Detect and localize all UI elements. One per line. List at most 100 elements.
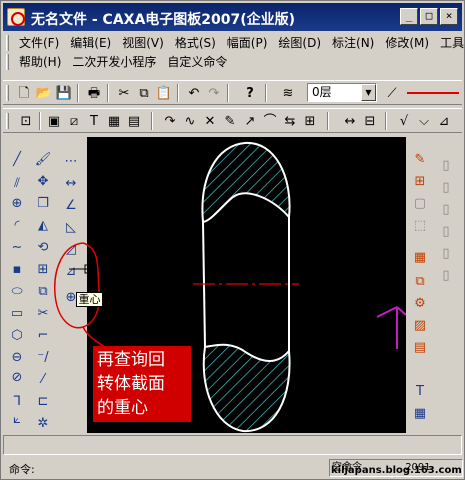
rotate-icon[interactable]: ⟲: [33, 237, 53, 257]
snap-icon[interactable]: ⊡: [17, 112, 35, 130]
centerline-icon[interactable]: ⊖: [7, 347, 27, 367]
mirror-tool-icon[interactable]: ◭: [33, 215, 53, 235]
new-file-icon[interactable]: 🗋: [15, 84, 33, 102]
paste-icon[interactable]: 📋: [155, 84, 173, 102]
menu-dev-programs[interactable]: 二次开发小程序: [72, 53, 156, 71]
image-icon[interactable]: ▤: [125, 112, 143, 130]
menu-custom-commands[interactable]: 自定义命令: [167, 53, 227, 71]
extend-icon[interactable]: ⌐: [33, 325, 53, 345]
copy-icon[interactable]: ⧉: [135, 84, 153, 102]
right-tool-2-icon[interactable]: ▯: [436, 177, 456, 197]
line-type-icon[interactable]: ⟋: [383, 84, 401, 102]
title-block-icon[interactable]: ⧄: [65, 112, 83, 130]
undo-icon[interactable]: ↶: [185, 84, 203, 102]
fillet-icon[interactable]: ⌒: [261, 112, 279, 130]
open-folder-icon[interactable]: 📂: [35, 84, 53, 102]
chevron-down-icon[interactable]: ▼: [361, 84, 376, 101]
copy-select-icon[interactable]: ❐: [33, 193, 53, 213]
redo-icon[interactable]: ↷: [205, 84, 223, 102]
save-icon[interactable]: 💾: [55, 84, 73, 102]
line-color-swatch[interactable]: [407, 92, 459, 94]
text-icon[interactable]: T: [85, 112, 103, 130]
explode-icon[interactable]: ✲: [33, 413, 53, 433]
arrow-icon[interactable]: ↗: [241, 112, 259, 130]
print-icon[interactable]: 🖶: [85, 84, 103, 102]
minimize-button[interactable]: _: [400, 8, 418, 25]
hatch-icon[interactable]: ⊘: [7, 367, 27, 387]
cut-icon[interactable]: ✂: [115, 84, 133, 102]
disabled-tool-icon-2[interactable]: ⬚: [410, 215, 430, 235]
ellipse-icon[interactable]: ⬭: [7, 281, 27, 301]
disabled-tool-icon[interactable]: ▢: [410, 193, 430, 213]
menu-format[interactable]: 格式(S): [175, 34, 216, 52]
query-point-icon[interactable]: ⋯: [61, 151, 81, 171]
point-icon[interactable]: ▪: [7, 259, 27, 279]
fill-icon[interactable]: ᒣ: [7, 391, 27, 411]
menu-grip[interactable]: [6, 35, 9, 51]
rectangle-icon[interactable]: ▭: [7, 303, 27, 323]
dimension-icon[interactable]: ↔: [341, 112, 359, 130]
menu-draw[interactable]: 绘图(D): [278, 34, 321, 52]
menu-dimension[interactable]: 标注(N): [332, 34, 374, 52]
frame-icon[interactable]: ▣: [45, 112, 63, 130]
menu-file[interactable]: 文件(F): [19, 34, 59, 52]
command-input[interactable]: [3, 435, 462, 455]
query-element-icon[interactable]: ◺: [61, 217, 81, 237]
query-distance-icon[interactable]: ↔: [61, 173, 81, 193]
trim-icon[interactable]: ✕: [201, 112, 219, 130]
line-tool-icon[interactable]: ╱: [7, 149, 27, 169]
array-tool-icon[interactable]: ⊞: [33, 259, 53, 279]
stretch-icon[interactable]: ⁄: [33, 369, 53, 389]
parallel-line-icon[interactable]: ⫽: [7, 173, 27, 193]
tolerance-icon[interactable]: ⊟: [361, 112, 379, 130]
menu-grip-2[interactable]: [6, 54, 9, 70]
curve-icon[interactable]: ∿: [181, 112, 199, 130]
chamfer-icon[interactable]: ⊏: [33, 391, 53, 411]
maximize-button[interactable]: □: [420, 8, 438, 25]
table-tool-icon[interactable]: ▦: [410, 403, 430, 423]
roughness-icon[interactable]: √: [395, 112, 413, 130]
spline-icon[interactable]: ∼: [7, 237, 27, 257]
layer-select[interactable]: 0层 ▼: [307, 83, 377, 102]
right-tool-1-icon[interactable]: ▯: [436, 155, 456, 175]
block-insert-icon[interactable]: ▦: [410, 247, 430, 267]
brush-icon[interactable]: 🖌: [33, 149, 53, 169]
query-angle-icon[interactable]: ∠: [61, 195, 81, 215]
menu-view[interactable]: 视图(V): [122, 34, 164, 52]
scale-icon[interactable]: ⧉: [33, 281, 53, 301]
part-library-icon[interactable]: ⚙: [410, 293, 430, 313]
image-insert-icon[interactable]: ▨: [410, 315, 430, 335]
block-icon[interactable]: ▦: [105, 112, 123, 130]
menu-tools[interactable]: 工具(T): [440, 34, 465, 52]
right-tool-4-icon[interactable]: ▯: [436, 221, 456, 241]
layer-manager-icon[interactable]: ≋: [279, 84, 297, 102]
separator: [77, 84, 79, 102]
datum-icon[interactable]: ⊿: [435, 112, 453, 130]
trim-tool-icon[interactable]: ✂: [33, 303, 53, 323]
circle-tool-icon[interactable]: ⊕: [7, 193, 27, 213]
text-tool-icon[interactable]: T: [410, 381, 430, 401]
menu-sheet[interactable]: 幅面(P): [227, 34, 268, 52]
ole-icon[interactable]: ▤: [410, 337, 430, 357]
help-icon[interactable]: ?: [241, 84, 259, 102]
menu-modify[interactable]: 修改(M): [385, 34, 429, 52]
array-icon[interactable]: ⊞: [301, 112, 319, 130]
close-button[interactable]: ×: [440, 8, 458, 25]
weld-icon[interactable]: ⌵: [415, 112, 433, 130]
right-tool-6-icon[interactable]: ▯: [436, 265, 456, 285]
arc-icon[interactable]: ◜: [7, 215, 27, 235]
block-edit-icon[interactable]: ⧉: [410, 271, 430, 291]
polygon-icon[interactable]: ⬡: [7, 325, 27, 345]
right-tool-5-icon[interactable]: ▯: [436, 243, 456, 263]
properties-icon[interactable]: ⊞: [410, 171, 430, 191]
arrow-tool-icon[interactable]: ⟀: [7, 409, 27, 429]
arc-tool-icon[interactable]: ↷: [161, 112, 179, 130]
menu-edit[interactable]: 编辑(E): [70, 34, 111, 52]
right-tool-3-icon[interactable]: ▯: [436, 199, 456, 219]
pencil-icon[interactable]: ✎: [221, 112, 239, 130]
menu-help[interactable]: 帮助(H): [19, 53, 61, 71]
break-icon[interactable]: ⁻/: [33, 347, 53, 367]
move-icon[interactable]: ✥: [33, 171, 53, 191]
mirror-icon[interactable]: ⇆: [281, 112, 299, 130]
edit-icon[interactable]: ✎: [410, 149, 430, 169]
